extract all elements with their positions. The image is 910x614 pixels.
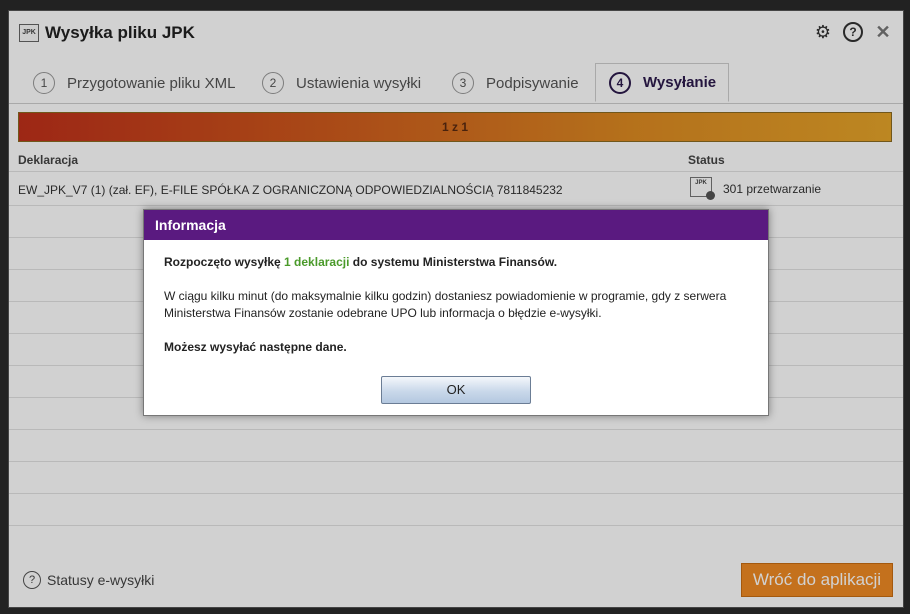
info-dialog: Informacja Rozpoczęto wysyłkę 1 deklarac… bbox=[143, 209, 769, 416]
ok-button[interactable]: OK bbox=[381, 376, 531, 404]
dialog-message-started: Rozpoczęto wysyłkę 1 deklaracji do syste… bbox=[164, 254, 754, 271]
msg-declaration-count: 1 deklaracji bbox=[284, 255, 350, 269]
dialog-body: Rozpoczęto wysyłkę 1 deklaracji do syste… bbox=[164, 254, 754, 356]
msg-pre: Rozpoczęto wysyłkę bbox=[164, 255, 285, 269]
dialog-message-info: W ciągu kilku minut (do maksymalnie kilk… bbox=[164, 289, 727, 320]
dialog-message-next: Możesz wysyłać następne dane. bbox=[164, 340, 347, 354]
msg-post: do systemu Ministerstwa Finansów. bbox=[349, 255, 558, 269]
dialog-title: Informacja bbox=[144, 210, 768, 240]
